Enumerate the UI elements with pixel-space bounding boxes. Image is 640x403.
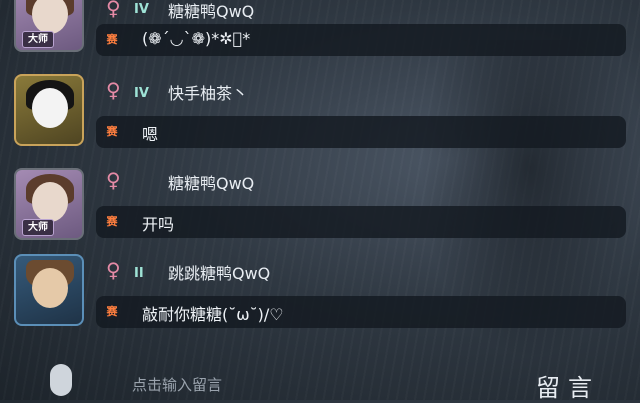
match-tag: 赛 bbox=[106, 33, 118, 46]
match-tag: 赛 bbox=[106, 305, 118, 318]
rank-badge: 大师 bbox=[22, 219, 54, 236]
player-avatar[interactable] bbox=[14, 74, 84, 146]
player-avatar[interactable]: 大师 bbox=[14, 168, 84, 240]
message-input[interactable]: 点击输入留言 bbox=[132, 374, 222, 395]
player-name[interactable]: 糖糖鸭QwQ bbox=[168, 170, 254, 194]
chat-log[interactable]: 大师 ♀ IV 糖糖鸭QwQ 赛 (❁´◡`❁)*✲ﾟ* ♀ IV 快手柚茶丶 … bbox=[0, 0, 640, 360]
chat-message: ♀ IV 快手柚茶丶 赛 嗯 bbox=[0, 74, 640, 164]
match-tag: 赛 bbox=[106, 125, 118, 138]
player-avatar[interactable]: 大师 bbox=[14, 0, 84, 52]
message-bubble: 赛 嗯 bbox=[96, 116, 626, 148]
send-button[interactable]: 留言 bbox=[536, 368, 600, 403]
chat-message: 大师 ♀ 糖糖鸭QwQ 赛 开吗 bbox=[0, 164, 640, 254]
player-avatar[interactable] bbox=[14, 254, 84, 326]
microphone-icon[interactable] bbox=[50, 364, 72, 396]
message-text: 嗯 bbox=[142, 125, 159, 144]
chat-message: 大师 ♀ IV 糖糖鸭QwQ 赛 (❁´◡`❁)*✲ﾟ* bbox=[0, 0, 640, 62]
female-icon: ♀ bbox=[106, 78, 121, 102]
input-bar: 点击输入留言 留言 bbox=[0, 360, 640, 403]
message-text: 敲耐你糖糖(˘ω˘)/♡ bbox=[142, 305, 284, 324]
message-text: (❁´◡`❁)*✲ﾟ* bbox=[142, 29, 251, 48]
player-name[interactable]: 糖糖鸭QwQ bbox=[168, 0, 254, 22]
player-name[interactable]: 快手柚茶丶 bbox=[168, 80, 248, 104]
match-tag: 赛 bbox=[106, 215, 118, 228]
female-icon: ♀ bbox=[106, 0, 121, 20]
message-text: 开吗 bbox=[142, 215, 175, 234]
message-bubble: 赛 敲耐你糖糖(˘ω˘)/♡ bbox=[96, 296, 626, 328]
rank-badge: 大师 bbox=[22, 31, 54, 48]
chat-message: ♀ II 跳跳糖鸭QwQ 赛 敲耐你糖糖(˘ω˘)/♡ bbox=[0, 254, 640, 344]
antler-icon: IV bbox=[134, 2, 149, 17]
female-icon: ♀ bbox=[106, 168, 121, 192]
player-name[interactable]: 跳跳糖鸭QwQ bbox=[168, 260, 270, 284]
female-icon: ♀ bbox=[106, 258, 121, 282]
avatar-face bbox=[32, 268, 68, 308]
avatar-face bbox=[32, 0, 68, 34]
antler-icon: IV bbox=[134, 86, 149, 101]
message-bubble: 赛 开吗 bbox=[96, 206, 626, 238]
avatar-face bbox=[32, 88, 68, 128]
avatar-face bbox=[32, 182, 68, 222]
message-bubble: 赛 (❁´◡`❁)*✲ﾟ* bbox=[96, 24, 626, 56]
antler-icon: II bbox=[134, 266, 144, 281]
